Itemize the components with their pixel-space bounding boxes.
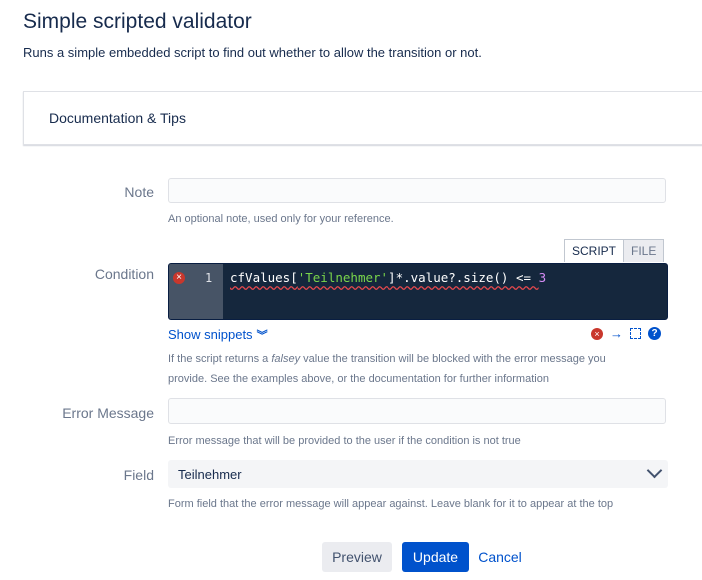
line-number: 1 (205, 271, 213, 285)
double-chevron-down-icon: ︾ (256, 330, 268, 342)
field-select[interactable]: Teilnehmer (168, 460, 668, 488)
error-message-label: Error Message (62, 405, 154, 421)
update-button[interactable]: Update (402, 542, 469, 572)
tab-script[interactable]: SCRIPT (564, 239, 625, 262)
help-icon[interactable]: ? (648, 327, 661, 340)
condition-help-text-2: value the transition will be blocked wit… (300, 353, 606, 365)
code-text-1: cfValues[ (230, 270, 298, 285)
field-help: Form field that the error message will a… (168, 498, 614, 510)
tab-file[interactable]: FILE (623, 239, 665, 262)
page-title: Simple scripted validator (23, 10, 252, 33)
error-message-help: Error message that will be provided to t… (168, 435, 521, 447)
condition-label: Condition (94, 266, 154, 282)
editor-toolbar: × → ? (591, 326, 668, 341)
arrow-right-icon[interactable]: → (610, 326, 623, 341)
documentation-panel[interactable]: Documentation & Tips (23, 91, 702, 145)
show-snippets-label: Show snippets (168, 327, 253, 342)
fullscreen-icon[interactable] (630, 328, 641, 339)
field-label: Field (123, 467, 154, 483)
preview-button[interactable]: Preview (322, 542, 392, 572)
condition-help: If the script returns a falsey value the… (168, 349, 606, 389)
cancel-button[interactable]: Cancel (476, 542, 524, 572)
error-message-input[interactable] (168, 398, 666, 424)
script-file-tabs: SCRIPT FILE (564, 239, 665, 263)
note-help: An optional note, used only for your ref… (168, 213, 394, 225)
error-icon[interactable]: × (591, 327, 603, 340)
documentation-label: Documentation & Tips (49, 110, 186, 126)
code-text-2: ]*.value?.size() <= (388, 270, 539, 285)
note-label: Note (124, 184, 154, 200)
code-editor[interactable]: × 1 cfValues['Teilnehmer']*.value?.size(… (168, 263, 668, 320)
condition-help-text-3: provide. See the examples above, or the … (168, 373, 549, 385)
field-select-value: Teilnehmer (178, 467, 242, 482)
condition-help-falsey: falsey (271, 353, 301, 365)
editor-gutter: × 1 (169, 264, 223, 319)
code-line[interactable]: cfValues['Teilnehmer']*.value?.size() <=… (230, 270, 546, 285)
condition-help-text-1: If the script returns a (168, 353, 272, 365)
code-string: 'Teilnehmer' (297, 270, 389, 285)
chevron-down-icon (646, 462, 663, 479)
code-number: 3 (538, 270, 547, 285)
show-snippets-link[interactable]: Show snippets ︾ (168, 327, 268, 343)
line-error-icon[interactable]: × (173, 272, 185, 284)
note-input[interactable] (168, 178, 666, 203)
page-subtitle: Runs a simple embedded script to find ou… (23, 45, 482, 60)
